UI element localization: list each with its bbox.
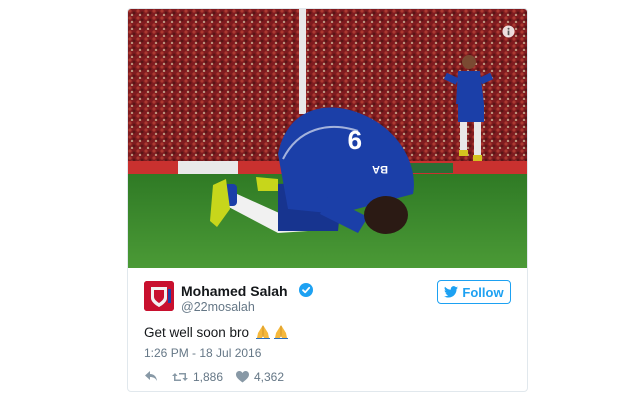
tweet-photo[interactable]: 9 BA — [128, 9, 527, 268]
info-icon[interactable] — [502, 25, 515, 38]
author-handle[interactable]: @22mosalah — [181, 300, 255, 314]
pray-emoji-icon — [255, 325, 289, 342]
tweet-card: 9 BA Mohamed Salah @22mosalah Follow Get… — [127, 8, 528, 392]
twitter-bird-icon — [444, 286, 459, 298]
retweet-button[interactable]: 1,886 — [172, 370, 223, 384]
author-name[interactable]: Mohamed Salah — [181, 283, 288, 299]
like-count: 4,362 — [254, 370, 285, 384]
avatar[interactable] — [144, 281, 174, 311]
heart-icon — [236, 371, 249, 383]
like-button[interactable]: 4,362 — [236, 370, 284, 384]
svg-text:9: 9 — [348, 125, 362, 155]
tweet-text: Get well soon bro — [144, 325, 250, 340]
retweet-count: 1,886 — [193, 370, 224, 384]
verified-icon — [299, 283, 313, 297]
reply-button[interactable] — [144, 370, 158, 382]
follow-button[interactable]: Follow — [437, 280, 511, 304]
tweet-timestamp[interactable]: 1:26 PM - 18 Jul 2016 — [144, 346, 261, 360]
tweet-text-container: Get well soon bro — [144, 325, 289, 342]
reply-icon — [145, 371, 157, 381]
follow-label: Follow — [462, 284, 504, 300]
tweet-header: Mohamed Salah @22mosalah Follow — [144, 280, 511, 315]
svg-text:BA: BA — [372, 163, 388, 175]
goal-post — [299, 9, 306, 114]
retweet-icon — [172, 373, 188, 381]
